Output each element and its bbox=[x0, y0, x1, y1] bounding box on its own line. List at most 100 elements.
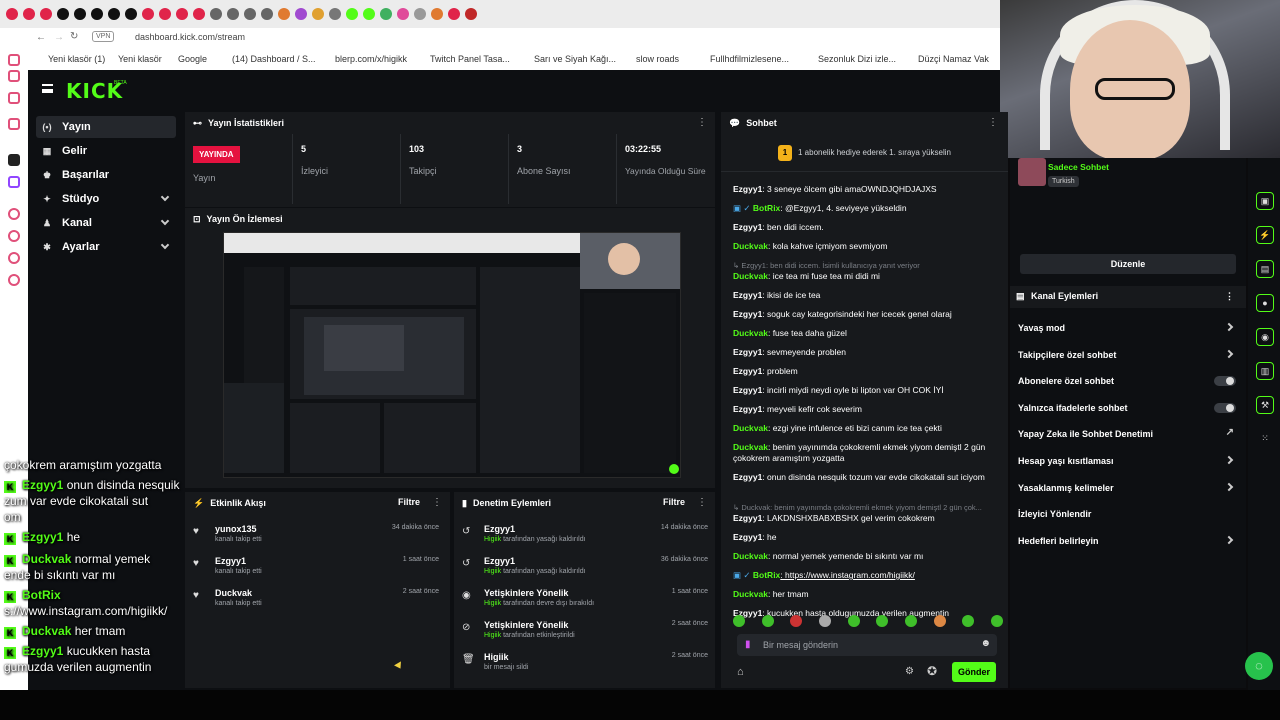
channel-action-item[interactable]: Hesap yaşı kısıtlaması bbox=[1018, 451, 1240, 471]
send-button[interactable]: Gönder bbox=[952, 662, 996, 682]
chat-message[interactable]: Duckvak: fuse tea daha güzel bbox=[733, 328, 1005, 339]
bookmark-item[interactable]: (14) Dashboard / S... bbox=[232, 54, 316, 64]
chat-username[interactable]: Ezgyy1 bbox=[733, 404, 762, 414]
chat-message[interactable]: Ezgyy1: soguk cay kategorisindeki her ic… bbox=[733, 309, 1005, 320]
tab-favicon[interactable] bbox=[465, 8, 477, 20]
chat-message[interactable]: Ezgyy1: ben didi iccem. bbox=[733, 222, 1005, 233]
chat-username[interactable]: Ezgyy1 bbox=[733, 184, 762, 194]
chat-message[interactable]: Ezgyy1: incirli miydi neydi oyle bi lipt… bbox=[733, 385, 1005, 396]
sidebar-item-gelir[interactable]: ▦ Gelir bbox=[36, 140, 176, 162]
filter-button[interactable]: Filtre bbox=[663, 497, 685, 507]
channel-action-item[interactable]: Yasaklanmış kelimeler bbox=[1018, 478, 1240, 498]
twitch-icon[interactable] bbox=[8, 176, 20, 188]
chat-message[interactable]: Ezgyy1: ikisi de ice tea bbox=[733, 290, 1005, 301]
broadcast-icon[interactable]: ◉ bbox=[1256, 328, 1274, 346]
filter-button[interactable]: Filtre bbox=[398, 497, 420, 507]
sidebar-item-studyo[interactable]: ✦ Stüdyo bbox=[36, 188, 176, 210]
sidebar-icon[interactable] bbox=[8, 208, 20, 220]
emote-quick-bar[interactable] bbox=[733, 615, 1003, 631]
tab-favicon[interactable] bbox=[278, 8, 290, 20]
reload-icon[interactable]: ↻ bbox=[70, 31, 78, 42]
chat-input[interactable]: ▮ Bir mesaj gönderin ☻ bbox=[737, 634, 997, 656]
moderator-name[interactable]: Higiik bbox=[484, 568, 501, 575]
stream-preview-video[interactable] bbox=[223, 232, 681, 478]
tab-favicon[interactable] bbox=[23, 8, 35, 20]
server-icon[interactable]: ▥ bbox=[1256, 362, 1274, 380]
tab-favicon[interactable] bbox=[6, 8, 18, 20]
chat-username[interactable]: Duckvak bbox=[733, 442, 768, 452]
tab-favicon[interactable] bbox=[244, 8, 256, 20]
chat-message[interactable]: Duckvak: normal yemek yemende bi sıkıntı… bbox=[733, 551, 1005, 562]
chat-username[interactable]: BotRix bbox=[753, 203, 780, 213]
bot-icon[interactable]: ✪ bbox=[927, 664, 937, 678]
chat-username[interactable]: Ezgyy1 bbox=[733, 347, 762, 357]
sidebar-icon[interactable] bbox=[8, 92, 20, 104]
chat-message[interactable]: Duckvak: kola kahve içmiyom sevmiyom bbox=[733, 241, 1005, 252]
tab-favicon[interactable] bbox=[414, 8, 426, 20]
chat-message[interactable]: Duckvak: ezgi yine infulence eti bizi ca… bbox=[733, 423, 1005, 434]
moderator-name[interactable]: Higiik bbox=[484, 600, 501, 607]
tab-favicon[interactable] bbox=[125, 8, 137, 20]
chat-message[interactable]: Duckvak: benim yayınımda çokokremli ekme… bbox=[733, 442, 1005, 464]
url-field[interactable]: dashboard.kick.com/stream bbox=[135, 32, 245, 42]
tab-favicon[interactable] bbox=[227, 8, 239, 20]
tab-favicon[interactable] bbox=[108, 8, 120, 20]
channel-action-item[interactable]: İzleyici Yönlendir bbox=[1018, 504, 1240, 524]
emoji-icon[interactable]: ☻ bbox=[980, 638, 991, 649]
bookmark-item[interactable]: Fullhdfilmizlesene... bbox=[710, 54, 789, 64]
chat-username[interactable]: Duckvak bbox=[733, 423, 768, 433]
chat-username[interactable]: Duckvak bbox=[733, 241, 768, 251]
channel-action-item[interactable]: Yalnızca ifadelerle sohbet bbox=[1018, 398, 1240, 418]
tab-favicon[interactable] bbox=[74, 8, 86, 20]
tab-favicon[interactable] bbox=[176, 8, 188, 20]
tab-favicon[interactable] bbox=[346, 8, 358, 20]
bookmark-item[interactable]: Twitch Panel Tasa... bbox=[430, 54, 510, 64]
more-options-icon[interactable]: ⋮ bbox=[1225, 291, 1234, 302]
chat-username[interactable]: Ezgyy1 bbox=[733, 222, 762, 232]
sidebar-icon[interactable] bbox=[8, 154, 20, 166]
activity-user[interactable]: Duckvak bbox=[215, 588, 252, 598]
chat-message[interactable]: Duckvak: ice tea mi fuse tea mi didi mi bbox=[733, 271, 1005, 282]
chat-username[interactable]: Ezgyy1 bbox=[733, 385, 762, 395]
bookmark-item[interactable]: blerp.com/x/higikk bbox=[335, 54, 407, 64]
dots-icon[interactable]: ⁙ bbox=[1256, 430, 1274, 448]
tab-favicon[interactable] bbox=[363, 8, 375, 20]
vpn-badge[interactable]: VPN bbox=[92, 31, 115, 42]
channel-action-item[interactable]: Takipçilere özel sohbet bbox=[1018, 345, 1240, 365]
bookmark-item[interactable]: Yeni klasör bbox=[118, 54, 162, 64]
chevron-down-icon[interactable] bbox=[160, 216, 170, 226]
chat-message[interactable]: ▣ ✓ BotRix: @Ezgyy1, 4. seviyeye yükseld… bbox=[733, 203, 1005, 214]
menu-icon[interactable] bbox=[42, 84, 53, 93]
tab-favicon[interactable] bbox=[261, 8, 273, 20]
chat-message[interactable]: ▣ ✓ BotRix: https://www.instagram.com/hi… bbox=[733, 570, 1005, 581]
sidebar-item-ayarlar[interactable]: ✱ Ayarlar bbox=[36, 236, 176, 258]
bookmark-item[interactable]: Sezonluk Dizi izle... bbox=[818, 54, 896, 64]
tab-favicon[interactable] bbox=[380, 8, 392, 20]
chat-username[interactable]: Ezgyy1 bbox=[733, 290, 762, 300]
chat-username[interactable]: Duckvak bbox=[733, 589, 768, 599]
microphone-icon[interactable]: ▮ bbox=[745, 639, 751, 650]
moderator-name[interactable]: Higiik bbox=[484, 536, 501, 543]
back-icon[interactable]: ← bbox=[36, 32, 46, 43]
toggle-switch[interactable] bbox=[1214, 402, 1236, 413]
tab-favicon[interactable] bbox=[295, 8, 307, 20]
sidebar-icon[interactable] bbox=[8, 70, 20, 82]
chat-message[interactable]: Ezgyy1: LAKDNSHXBABXBSHX gel verim cokok… bbox=[733, 513, 1005, 524]
activity-user[interactable]: Ezgyy1 bbox=[215, 556, 246, 566]
bookmark-item[interactable]: Yeni klasör (1) bbox=[48, 54, 105, 64]
chat-username[interactable]: Ezgyy1 bbox=[733, 472, 762, 482]
tab-favicon[interactable] bbox=[312, 8, 324, 20]
chat-message[interactable]: Ezgyy1: onun disinda nesquik tozum var e… bbox=[733, 472, 1005, 483]
edit-button[interactable]: Düzenle bbox=[1020, 254, 1236, 274]
forward-icon[interactable]: → bbox=[54, 32, 64, 43]
tab-favicon[interactable] bbox=[210, 8, 222, 20]
tab-favicon[interactable] bbox=[397, 8, 409, 20]
chat-message[interactable]: Ezgyy1: meyveli kefir cok severim bbox=[733, 404, 1005, 415]
channel-action-item[interactable]: Yapay Zeka ile Sohbet Denetimi ↗ bbox=[1018, 424, 1240, 444]
more-options-icon[interactable]: ⋮ bbox=[697, 117, 707, 128]
wrench-icon[interactable]: ⚒ bbox=[1256, 396, 1274, 414]
chat-message[interactable]: Ezgyy1: problem bbox=[733, 366, 1005, 377]
bookmark-item[interactable]: slow roads bbox=[636, 54, 679, 64]
shop-icon[interactable]: ⌂ bbox=[737, 666, 744, 678]
tab-favicon[interactable] bbox=[329, 8, 341, 20]
